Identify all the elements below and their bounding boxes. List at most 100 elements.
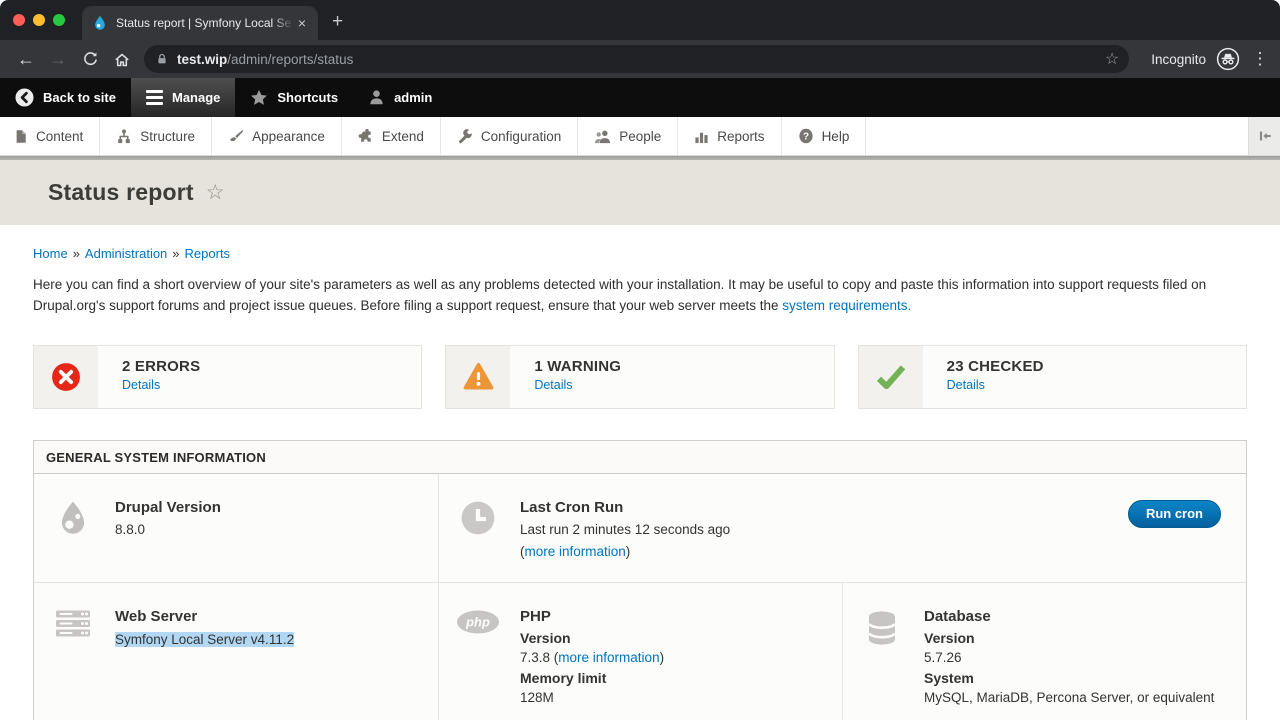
system-info-panel: GENERAL SYSTEM INFORMATION Drupal Versio… bbox=[33, 440, 1247, 720]
bookmark-star-icon[interactable]: ☆ bbox=[1105, 49, 1119, 69]
url-host: test.wip bbox=[177, 52, 227, 67]
extend-icon bbox=[358, 129, 374, 144]
shortcuts-label: Shortcuts bbox=[277, 90, 338, 105]
breadcrumb: Home » Administration » Reports bbox=[33, 246, 1247, 261]
drupal-version-value: 8.8.0 bbox=[115, 520, 221, 540]
warnings-details-link[interactable]: Details bbox=[534, 378, 572, 392]
reports-icon bbox=[694, 129, 709, 144]
favorite-star-icon[interactable]: ☆ bbox=[206, 180, 225, 205]
intro-text: Here you can find a short overview of yo… bbox=[33, 277, 1206, 313]
breadcrumb-separator: » bbox=[73, 246, 80, 261]
warning-icon bbox=[463, 362, 494, 391]
intro-paragraph: Here you can find a short overview of yo… bbox=[33, 274, 1247, 317]
incognito-label: Incognito bbox=[1151, 52, 1206, 67]
breadcrumb-reports-link[interactable]: Reports bbox=[185, 246, 231, 261]
system-requirements-link[interactable]: system requirements. bbox=[782, 298, 911, 313]
svg-text:php: php bbox=[465, 615, 490, 630]
system-info-row-1: Drupal Version 8.8.0 Last Cron Run Last … bbox=[34, 474, 1246, 584]
menu-item-structure[interactable]: Structure bbox=[100, 117, 212, 155]
back-icon[interactable]: ← bbox=[10, 50, 42, 68]
menu-item-help[interactable]: ? Help bbox=[782, 117, 867, 155]
selected-text: Symfony Local Server v4.11.2 bbox=[115, 632, 294, 647]
cron-more-info: (more information) bbox=[520, 542, 730, 562]
address-bar[interactable]: test.wip/admin/reports/status ☆ bbox=[144, 45, 1129, 73]
svg-text:?: ? bbox=[803, 131, 809, 142]
last-cron-run-title: Last Cron Run bbox=[520, 498, 730, 518]
manage-label: Manage bbox=[172, 90, 220, 105]
php-cell: php PHP Version 7.3.8 (more information)… bbox=[438, 583, 842, 720]
menu-item-reports[interactable]: Reports bbox=[678, 117, 781, 155]
star-icon bbox=[250, 89, 268, 107]
content-icon bbox=[14, 129, 28, 144]
menu-item-appearance[interactable]: Appearance bbox=[212, 117, 342, 155]
checked-count-label: 23 CHECKED bbox=[947, 358, 1044, 375]
manage-menu-item[interactable]: Manage bbox=[131, 78, 235, 117]
page-title: Status report bbox=[48, 179, 194, 206]
web-server-title: Web Server bbox=[115, 607, 294, 627]
drupal-favicon-icon bbox=[92, 15, 108, 31]
shortcuts-menu-item[interactable]: Shortcuts bbox=[235, 78, 353, 117]
clock-icon bbox=[456, 500, 500, 536]
window-controls bbox=[13, 14, 65, 26]
menu-label-help: Help bbox=[822, 129, 850, 144]
forward-icon[interactable]: → bbox=[42, 50, 74, 68]
browser-menu-icon[interactable]: ⋮ bbox=[1250, 49, 1270, 69]
database-cell: Database Version 5.7.26 System MySQL, Ma… bbox=[842, 583, 1246, 720]
incognito-icon[interactable] bbox=[1216, 47, 1240, 71]
drupal-menu-toolbar: Content Structure Appearance Extend Conf… bbox=[0, 117, 1280, 156]
error-icon bbox=[51, 362, 81, 392]
menu-item-extend[interactable]: Extend bbox=[342, 117, 441, 155]
menu-item-people[interactable]: People bbox=[578, 117, 678, 155]
menu-label-extend: Extend bbox=[382, 129, 424, 144]
breadcrumb-administration-link[interactable]: Administration bbox=[85, 246, 167, 261]
checked-icon-box bbox=[859, 346, 923, 408]
menu-item-configuration[interactable]: Configuration bbox=[441, 117, 578, 155]
checked-details-link[interactable]: Details bbox=[947, 378, 985, 392]
server-rack-icon bbox=[51, 609, 95, 639]
system-info-row-2: Web Server Symfony Local Server v4.11.2 … bbox=[34, 583, 1246, 720]
run-cron-button[interactable]: Run cron bbox=[1128, 500, 1221, 528]
error-icon-box bbox=[34, 346, 98, 408]
panel-header: GENERAL SYSTEM INFORMATION bbox=[34, 441, 1246, 474]
last-cron-run-cell: Last Cron Run Last run 2 minutes 12 seco… bbox=[438, 474, 1246, 584]
php-memory-limit-value: 128M bbox=[520, 688, 664, 708]
admin-user-menu-item[interactable]: admin bbox=[353, 78, 447, 117]
hamburger-icon bbox=[146, 90, 163, 105]
back-circle-icon bbox=[15, 88, 34, 107]
errors-details-link[interactable]: Details bbox=[122, 378, 160, 392]
database-version-value: 5.7.26 bbox=[924, 648, 1214, 668]
toolbar-collapse-button[interactable] bbox=[1248, 117, 1280, 155]
php-memory-limit-label: Memory limit bbox=[520, 670, 664, 686]
menu-label-people: People bbox=[619, 129, 661, 144]
browser-tab[interactable]: Status report | Symfony Local Se × bbox=[82, 6, 318, 40]
php-more-information-link[interactable]: more information bbox=[558, 650, 659, 665]
window-close-button[interactable] bbox=[13, 14, 25, 26]
configuration-icon bbox=[457, 129, 473, 144]
tab-close-icon[interactable]: × bbox=[294, 15, 310, 31]
web-server-value: Symfony Local Server v4.11.2 bbox=[115, 630, 294, 650]
errors-count-label: 2 ERRORS bbox=[122, 358, 200, 375]
lock-icon bbox=[156, 52, 168, 66]
browser-toolbar: ← → test.wip/admin/reports/status ☆ Inco… bbox=[0, 40, 1280, 78]
web-server-cell: Web Server Symfony Local Server v4.11.2 bbox=[34, 583, 438, 720]
window-minimize-button[interactable] bbox=[33, 14, 45, 26]
people-icon bbox=[594, 129, 611, 144]
database-version-label: Version bbox=[924, 630, 1214, 646]
drupal-drop-icon bbox=[51, 500, 95, 538]
menu-label-reports: Reports bbox=[717, 129, 764, 144]
back-to-site-label: Back to site bbox=[43, 90, 116, 105]
paren-close: ) bbox=[626, 544, 631, 559]
page-header: Status report ☆ bbox=[0, 160, 1280, 225]
admin-user-label: admin bbox=[394, 90, 432, 105]
reload-icon[interactable] bbox=[74, 50, 106, 69]
breadcrumb-home-link[interactable]: Home bbox=[33, 246, 68, 261]
back-to-site-link[interactable]: Back to site bbox=[0, 78, 131, 117]
php-version-label: Version bbox=[520, 630, 664, 646]
cron-more-information-link[interactable]: more information bbox=[525, 544, 626, 559]
menu-item-content[interactable]: Content bbox=[0, 117, 100, 155]
new-tab-button[interactable]: + bbox=[332, 11, 343, 33]
breadcrumb-separator: » bbox=[172, 246, 179, 261]
window-zoom-button[interactable] bbox=[53, 14, 65, 26]
home-icon[interactable] bbox=[106, 49, 138, 68]
warning-icon-box bbox=[446, 346, 510, 408]
